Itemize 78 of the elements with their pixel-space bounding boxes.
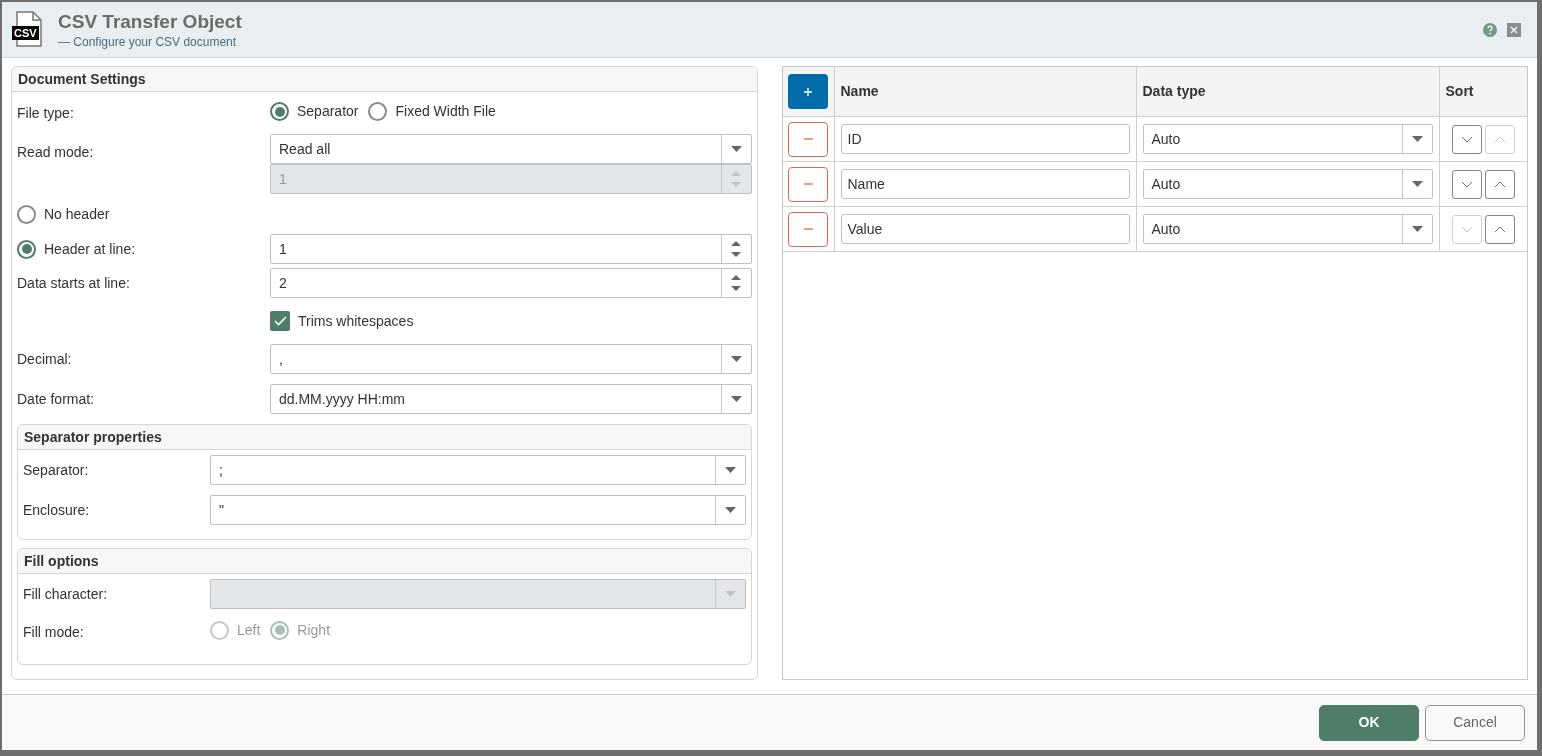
chevron-up-icon	[1493, 225, 1506, 233]
field-label: Fill character:	[23, 585, 108, 602]
checkbox[interactable]	[270, 311, 290, 331]
field-label: Separator:	[23, 461, 89, 478]
dropdown-caret-icon	[730, 396, 742, 402]
minus-icon	[803, 228, 813, 230]
dropdown-caret-icon	[1411, 226, 1423, 232]
radio-label: No header	[44, 204, 110, 224]
sort-down-button[interactable]	[1451, 169, 1482, 199]
decimal-dropdown[interactable]: ,	[270, 344, 752, 374]
radio-label: Right	[297, 620, 331, 640]
field-label: Fill mode:	[23, 623, 84, 640]
spin-up-icon[interactable]	[731, 275, 741, 280]
panel-header: Separator properties	[18, 425, 751, 450]
dropdown-caret-icon	[1411, 181, 1423, 187]
field-label: Read mode:	[17, 142, 94, 162]
name-field[interactable]: Value	[840, 214, 1130, 244]
sort-up-button[interactable]	[1484, 214, 1515, 244]
data-type-dropdown[interactable]: Auto	[1142, 124, 1433, 154]
name-field[interactable]: Name	[840, 169, 1130, 199]
chevron-down-icon	[1460, 135, 1473, 143]
remove-row-button[interactable]	[788, 211, 828, 247]
radio-label: Separator	[297, 102, 359, 121]
field-label: Decimal:	[17, 350, 72, 367]
column-header: Name	[834, 67, 1137, 116]
chevron-up-icon	[1493, 180, 1506, 188]
field-label: Data starts at line:	[17, 274, 130, 291]
dropdown-caret-icon	[724, 467, 736, 473]
radio-label: Header at line:	[44, 239, 136, 259]
spin-down-icon[interactable]	[731, 252, 741, 257]
field-label: Date format:	[17, 390, 95, 407]
dropdown-caret-icon	[724, 507, 736, 513]
column-header: Data type	[1136, 67, 1440, 116]
chevron-up-icon	[1493, 135, 1506, 143]
checkmark-icon	[273, 316, 287, 326]
minus-icon	[803, 138, 813, 140]
window-title: CSV Transfer Object	[58, 9, 242, 34]
sort-down-button[interactable]	[1451, 124, 1482, 154]
dialog-button[interactable]: OK	[1319, 704, 1419, 741]
help-icon[interactable]	[1483, 22, 1497, 37]
radio-button[interactable]	[17, 239, 36, 259]
spin-up-icon[interactable]	[731, 241, 741, 246]
radio-label: Fixed Width File	[395, 102, 496, 121]
close-icon[interactable]	[1507, 22, 1521, 37]
header-line-spinner[interactable]: 1	[270, 234, 752, 264]
panel-header: Document Settings	[12, 67, 757, 92]
column-header: Sort	[1444, 82, 1475, 101]
remove-row-button[interactable]	[788, 121, 828, 157]
radio-button[interactable]	[270, 102, 289, 121]
radio-button[interactable]	[368, 102, 388, 121]
radio-button[interactable]	[17, 204, 36, 224]
remove-row-button[interactable]	[788, 166, 828, 202]
radio-label: Left	[237, 620, 261, 640]
field-label: File type:	[17, 104, 74, 121]
chevron-down-icon	[1460, 180, 1473, 188]
chevron-down-icon	[1460, 225, 1473, 233]
dropdown-caret-icon	[730, 146, 742, 152]
plus-icon	[804, 87, 812, 96]
data-start-spinner[interactable]: 2	[270, 268, 752, 298]
dialog-button[interactable]: Cancel	[1425, 704, 1525, 741]
read-mode-dropdown[interactable]: Read all	[270, 134, 752, 164]
sort-up-button[interactable]	[1484, 169, 1515, 199]
spin-down-icon[interactable]	[731, 286, 741, 291]
data-type-dropdown[interactable]: Auto	[1142, 169, 1433, 199]
data-type-dropdown[interactable]: Auto	[1142, 214, 1433, 244]
panel-header: Fill options	[18, 549, 751, 574]
dropdown-caret-icon	[1411, 136, 1423, 142]
separator-dropdown[interactable]: ;	[210, 455, 746, 485]
date-format-dropdown[interactable]: dd.MM.yyyy HH:mm	[270, 384, 752, 414]
name-field[interactable]: ID	[840, 124, 1130, 154]
dropdown-caret-icon	[730, 356, 742, 362]
field-label: Enclosure:	[23, 501, 90, 518]
window-subtitle: — Configure your CSV document	[58, 33, 238, 50]
dropdown-caret-icon	[724, 591, 736, 597]
checkbox-label: Trims whitespaces	[298, 311, 414, 331]
separator-dropdown[interactable]: "	[210, 495, 746, 525]
minus-icon	[803, 183, 813, 185]
add-row-button[interactable]	[788, 74, 828, 109]
